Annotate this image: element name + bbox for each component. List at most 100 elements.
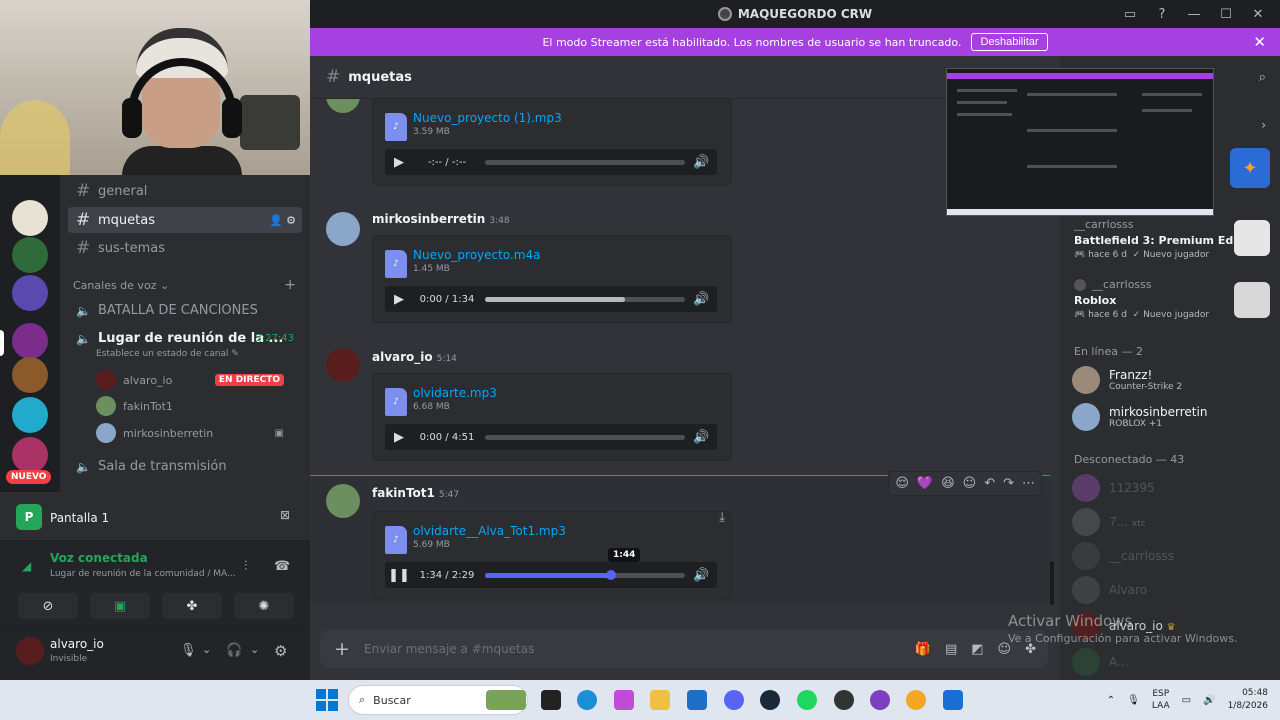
- avatar[interactable]: [326, 212, 360, 246]
- server-icon[interactable]: [12, 323, 48, 359]
- member-item[interactable]: Alvaro: [1072, 576, 1272, 604]
- gear-icon[interactable]: ⚙: [274, 642, 287, 660]
- server-icon[interactable]: [12, 200, 48, 236]
- store-icon[interactable]: [687, 690, 707, 710]
- app-icon[interactable]: [943, 690, 963, 710]
- volume-icon[interactable]: 🔊: [693, 155, 709, 170]
- message-author[interactable]: alvaro_io 5:14: [372, 350, 457, 364]
- member-item[interactable]: 7... xtc: [1072, 508, 1272, 536]
- inbox-icon[interactable]: ▭: [1116, 2, 1144, 26]
- chevron-down-icon[interactable]: ⌄: [202, 643, 211, 656]
- message-author[interactable]: mirkosinberretin 3:48: [372, 212, 510, 226]
- file-name[interactable]: Nuevo_proyecto (1).mp3: [413, 111, 562, 125]
- language-indicator[interactable]: ESP LAA: [1152, 688, 1170, 712]
- obs-icon[interactable]: [834, 690, 854, 710]
- edge-icon[interactable]: [577, 690, 597, 710]
- seek-bar[interactable]: [485, 159, 685, 165]
- stream-preview[interactable]: [946, 68, 1214, 216]
- member-item[interactable]: Franzz! Counter-Strike 2: [1072, 366, 1272, 394]
- app-icon[interactable]: [906, 690, 926, 710]
- seek-bar[interactable]: [485, 296, 685, 302]
- play-icon[interactable]: ▶: [385, 292, 413, 307]
- volume-icon[interactable]: 🔊: [693, 568, 709, 583]
- avatar[interactable]: [326, 484, 360, 518]
- clock[interactable]: 05:48 1/8/2026: [1228, 687, 1268, 713]
- file-name[interactable]: Nuevo_proyecto.m4a: [413, 248, 540, 262]
- add-reaction-icon[interactable]: ☺: [963, 476, 977, 491]
- widget-icon[interactable]: [486, 690, 526, 710]
- headphones-icon[interactable]: 🎧: [226, 643, 242, 658]
- stop-stream-icon[interactable]: ⊠: [280, 508, 290, 522]
- pause-icon[interactable]: ❚❚: [385, 568, 413, 583]
- share-screen-button[interactable]: ▣: [90, 593, 150, 619]
- channel-mquetas[interactable]: # mquetas 👤 ⚙: [68, 207, 302, 233]
- spotify-icon[interactable]: [797, 690, 817, 710]
- voice-channel-batalla[interactable]: 🔈 BATALLA DE CANCIONES: [68, 303, 302, 318]
- file-name[interactable]: olvidarte__Alva_Tot1.mp3: [413, 524, 566, 538]
- channel-settings-icons[interactable]: 👤 ⚙: [269, 214, 296, 227]
- disable-streamer-button[interactable]: Deshabilitar: [971, 33, 1048, 51]
- voice-channel-sala[interactable]: 🔈 Sala de transmisión: [68, 459, 302, 474]
- windows-start-icon[interactable]: [316, 689, 338, 711]
- noise-icon[interactable]: ⫶: [244, 559, 247, 574]
- voice-channel-lugar[interactable]: 🔈 Lugar de reunión de la ... 3:27:43: [68, 331, 302, 346]
- voice-user[interactable]: alvaro_io EN DIRECTO: [96, 370, 296, 390]
- play-icon[interactable]: ▶: [385, 430, 413, 445]
- member-item[interactable]: __carrlosss: [1072, 542, 1272, 570]
- volume-icon[interactable]: 🔊: [1203, 695, 1215, 706]
- reaction-laugh-icon[interactable]: 😆: [941, 476, 955, 491]
- disconnect-icon[interactable]: ☎: [274, 559, 290, 574]
- add-channel-icon[interactable]: +: [284, 277, 296, 293]
- voice-category[interactable]: Canales de voz ⌄: [73, 279, 169, 292]
- camera-off-button[interactable]: ⊘: [18, 593, 78, 619]
- gift-icon[interactable]: 🎁: [915, 642, 931, 657]
- server-icon[interactable]: [12, 397, 48, 433]
- avatar[interactable]: [16, 637, 44, 665]
- forward-icon[interactable]: ↷: [1003, 476, 1014, 491]
- add-attachment-icon[interactable]: +: [320, 638, 364, 660]
- activities-button[interactable]: ✤: [162, 593, 222, 619]
- reaction-heart-icon[interactable]: 💜: [917, 476, 933, 491]
- maximize-button[interactable]: ☐: [1212, 2, 1240, 26]
- member-item[interactable]: mirkosinberretin ROBLOX +1: [1072, 403, 1272, 431]
- epic-games-icon[interactable]: [541, 690, 561, 710]
- chevron-down-icon[interactable]: ⌄: [250, 643, 259, 656]
- scrollbar[interactable]: [1050, 561, 1054, 605]
- voice-user[interactable]: mirkosinberretin ▣: [96, 423, 296, 443]
- avatar[interactable]: [326, 348, 360, 382]
- username[interactable]: alvaro_io: [50, 637, 104, 651]
- message-author[interactable]: fakinTot1 5:47: [372, 486, 459, 500]
- reaction-relieved-icon[interactable]: 😌: [895, 476, 909, 491]
- download-icon[interactable]: ⤓: [719, 510, 725, 525]
- seek-bar[interactable]: [485, 434, 685, 440]
- voice-status[interactable]: Voz conectada: [50, 551, 148, 565]
- chevron-right-icon[interactable]: ›: [1261, 118, 1266, 132]
- microphone-icon[interactable]: 🎙: [180, 643, 197, 658]
- search-icon[interactable]: ⌕: [1259, 70, 1266, 85]
- server-icon[interactable]: [12, 237, 48, 273]
- server-icon[interactable]: [12, 357, 48, 393]
- close-icon[interactable]: ✕: [1253, 33, 1266, 51]
- help-icon[interactable]: ?: [1148, 2, 1176, 26]
- member-item[interactable]: A...: [1072, 648, 1272, 676]
- soundboard-button[interactable]: ✺: [234, 593, 294, 619]
- activity-card[interactable]: __carrlosss Battlefield 3: Premium Edit.…: [1074, 218, 1270, 260]
- chevron-up-icon[interactable]: ⌃: [1107, 695, 1115, 706]
- message-input[interactable]: Enviar mensaje a #mquetas: [364, 642, 534, 656]
- server-icon[interactable]: [12, 275, 48, 311]
- discord-icon[interactable]: [724, 690, 744, 710]
- voice-location[interactable]: Lugar de reunión de la comunidad / MA...: [50, 569, 236, 579]
- volume-icon[interactable]: 🔊: [693, 292, 709, 307]
- minimize-button[interactable]: —: [1180, 2, 1208, 26]
- file-name[interactable]: olvidarte.mp3: [413, 386, 497, 400]
- voice-user[interactable]: fakinTot1: [96, 396, 296, 416]
- network-icon[interactable]: ▭: [1182, 695, 1191, 706]
- folder-icon[interactable]: [650, 690, 670, 710]
- channel-status-prompt[interactable]: Establece un estado de canal ✎: [96, 349, 239, 359]
- more-icon[interactable]: ⋯: [1022, 476, 1035, 491]
- volume-icon[interactable]: 🔊: [693, 430, 709, 445]
- copilot-icon[interactable]: [614, 690, 634, 710]
- server-icon[interactable]: [12, 437, 48, 473]
- sticker-icon[interactable]: ◩: [971, 642, 983, 657]
- member-item[interactable]: 112395: [1072, 474, 1272, 502]
